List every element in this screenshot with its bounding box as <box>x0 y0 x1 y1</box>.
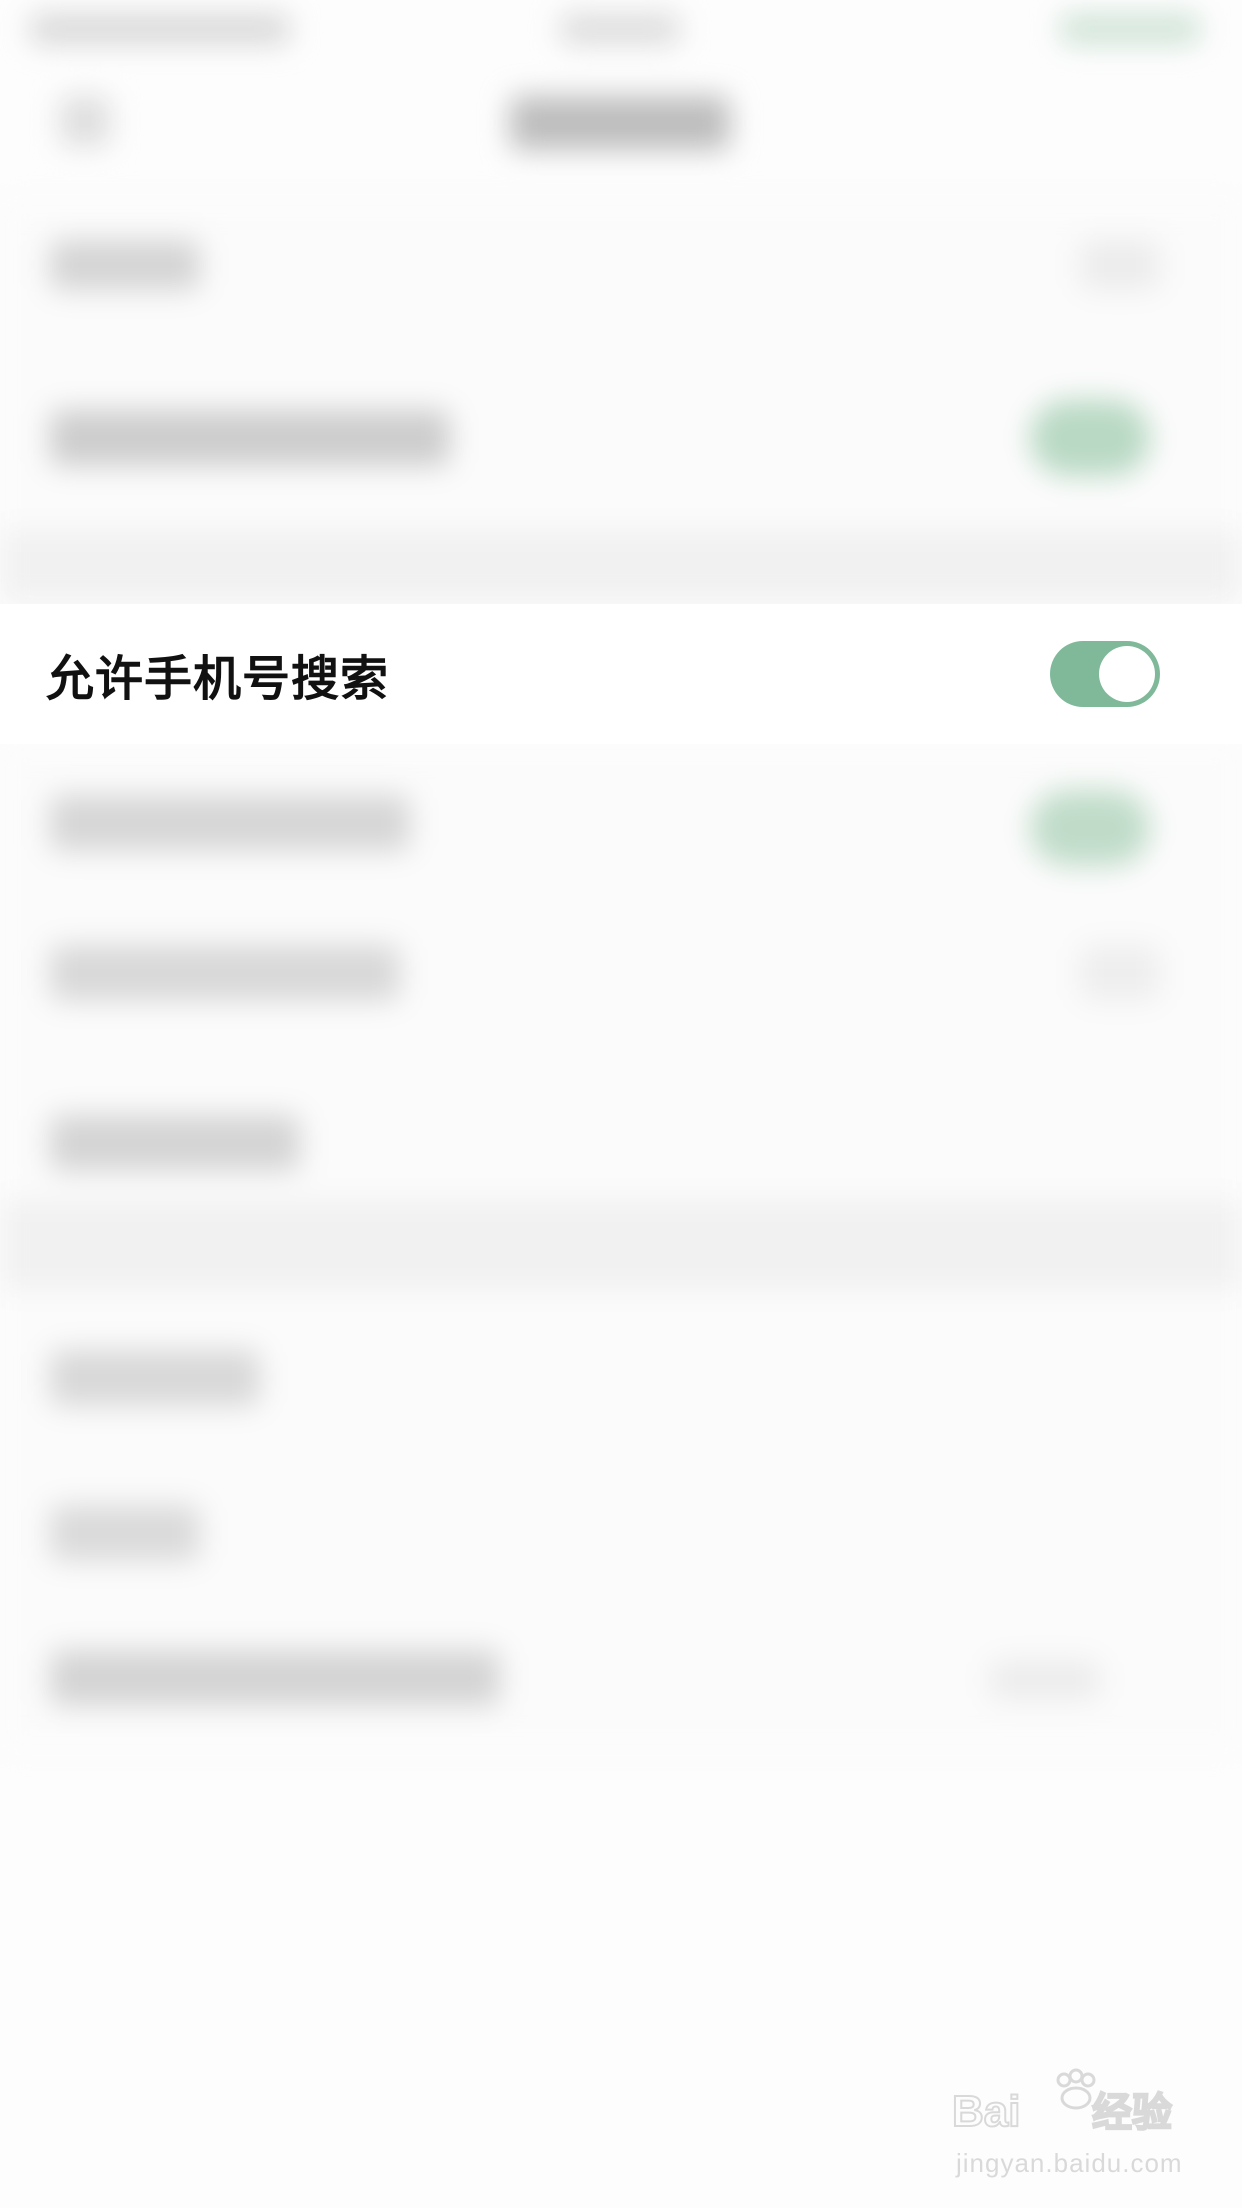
baidu-jingyan-watermark: Bai 经验 jingyan.baidu.com <box>952 2068 1182 2188</box>
svg-text:经验: 经验 <box>1092 2090 1172 2136</box>
baidu-paw-logo-icon: Bai 经验 <box>952 2068 1173 2137</box>
allow-phone-search-label: 允许手机号搜索 <box>46 651 390 707</box>
settings-page: 允许手机号搜索 Bai 经验 jingyan.baidu.com <box>0 0 1242 2208</box>
allow-phone-search-toggle[interactable] <box>1050 641 1160 707</box>
toggle-knob <box>1099 646 1155 702</box>
watermark-url: jingyan.baidu.com <box>956 2148 1183 2178</box>
svg-text:Bai: Bai <box>952 2087 1020 2136</box>
status-bar <box>0 0 1242 60</box>
blurred-background <box>0 0 1242 2208</box>
nav-bar <box>0 60 1242 190</box>
allow-phone-search-row[interactable]: 允许手机号搜索 <box>0 604 1242 744</box>
